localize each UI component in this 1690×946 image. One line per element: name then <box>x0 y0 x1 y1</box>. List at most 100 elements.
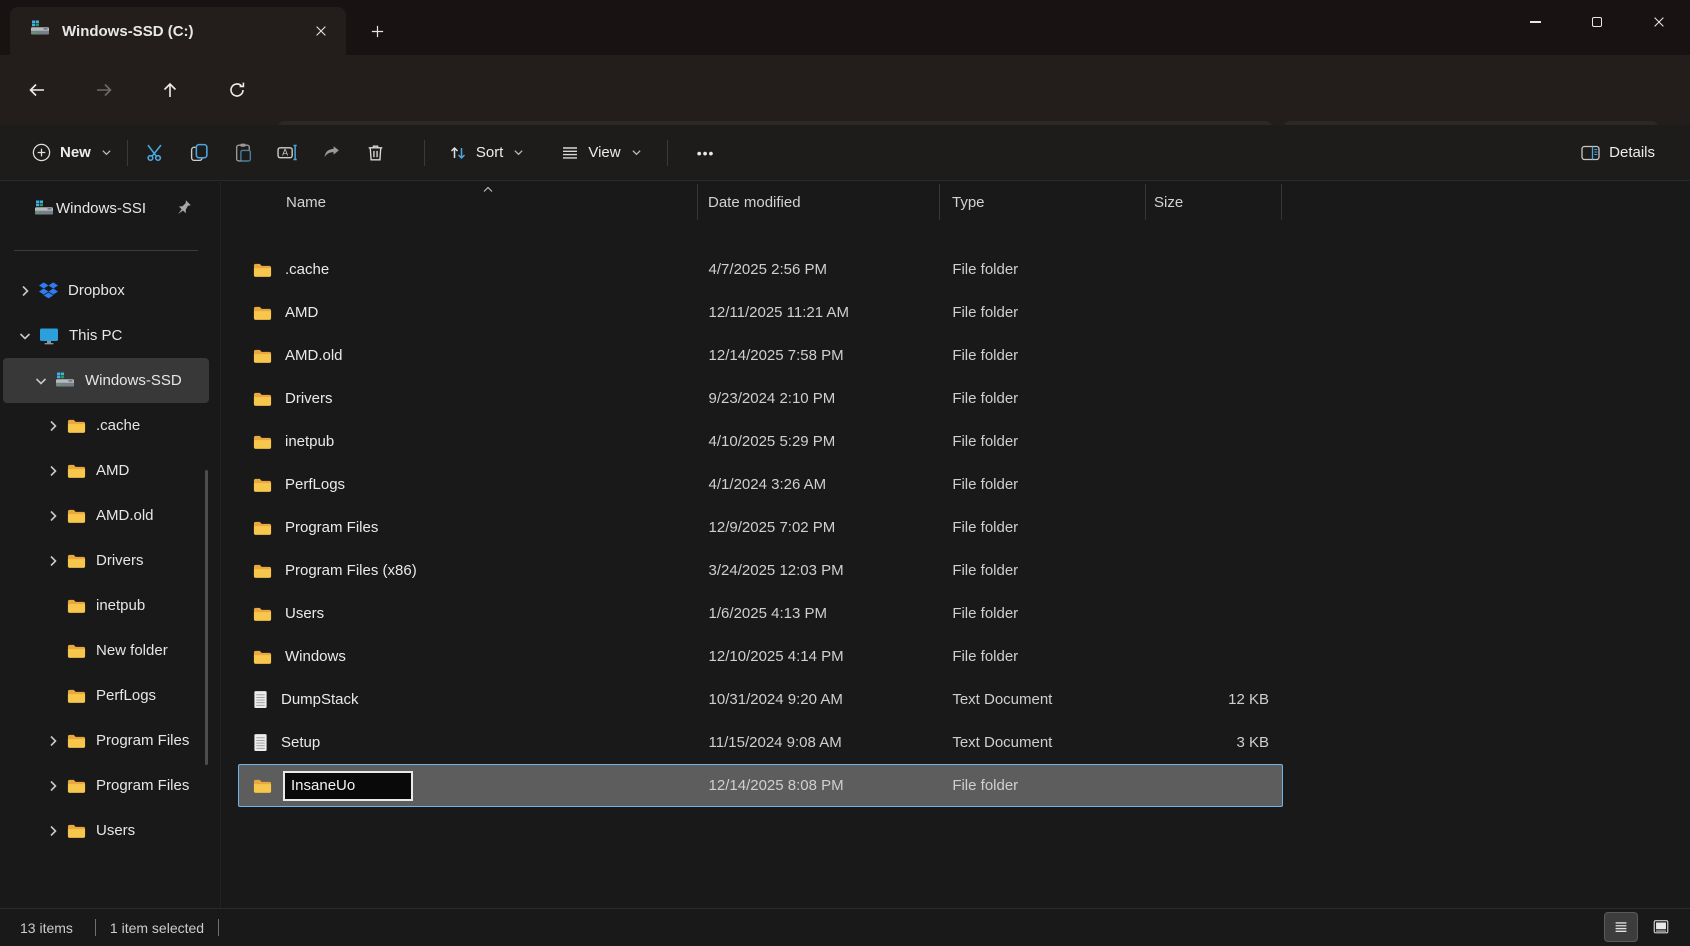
tab-close-icon[interactable] <box>306 16 336 46</box>
dropbox-icon <box>39 282 58 299</box>
file-date-modified: 12/10/2025 4:14 PM <box>699 636 941 677</box>
file-row-users[interactable]: Users1/6/2025 4:13 PMFile folder <box>238 592 1283 635</box>
file-date-modified: 4/10/2025 5:29 PM <box>699 421 941 462</box>
rename-button[interactable]: A <box>266 134 310 172</box>
file-row-program-files[interactable]: Program Files12/9/2025 7:02 PMFile folde… <box>238 506 1283 549</box>
file-name: Users <box>285 605 324 622</box>
sort-button[interactable]: Sort <box>439 134 534 172</box>
chevron-right-icon[interactable] <box>45 420 61 432</box>
folder-icon <box>67 418 86 434</box>
file-date-modified: 12/11/2025 11:21 AM <box>699 292 941 333</box>
column-header-type[interactable]: Type <box>940 184 1146 220</box>
folder-icon <box>253 305 272 321</box>
file-date-modified: 3/24/2025 12:03 PM <box>699 550 941 591</box>
file-row-setup[interactable]: Setup11/15/2024 9:08 AMText Document3 KB <box>238 721 1283 764</box>
chevron-right-icon[interactable] <box>45 735 61 747</box>
svg-text:A: A <box>282 148 288 158</box>
close-button[interactable] <box>1628 0 1690 44</box>
sidebar-item-inetpub[interactable]: inetpub <box>3 583 209 628</box>
back-button[interactable] <box>20 74 54 106</box>
chevron-right-icon[interactable] <box>45 465 61 477</box>
share-button[interactable] <box>310 134 354 172</box>
sidebar-item-users[interactable]: Users <box>3 808 209 853</box>
sidebar-item--cache[interactable]: .cache <box>3 403 209 448</box>
column-header-name[interactable]: Name <box>238 184 698 220</box>
navigation-sidebar: Windows-SSI Dropbox This PC Windows-SSD.ca… <box>0 182 220 908</box>
chevron-right-icon[interactable] <box>45 780 61 792</box>
details-view-toggle[interactable] <box>1604 912 1638 942</box>
folder-icon <box>253 262 272 278</box>
details-pane-button[interactable]: Details <box>1571 134 1664 172</box>
pinned-drive-label: Windows-SSI <box>56 200 146 217</box>
sidebar-item-amd-old[interactable]: AMD.old <box>3 493 209 538</box>
sidebar-item-perflogs[interactable]: PerfLogs <box>3 673 209 718</box>
file-type: File folder <box>940 765 1146 806</box>
chevron-down-icon <box>513 147 524 158</box>
rename-input[interactable] <box>283 771 413 801</box>
chevron-right-icon[interactable] <box>45 555 61 567</box>
file-row-amd[interactable]: AMD12/11/2025 11:21 AMFile folder <box>238 291 1283 334</box>
forward-button[interactable] <box>87 74 121 106</box>
chevron-right-icon[interactable] <box>45 510 61 522</box>
sidebar-item-drivers[interactable]: Drivers <box>3 538 209 583</box>
file-size <box>1146 335 1282 376</box>
cut-button[interactable] <box>134 134 178 172</box>
sidebar-item-label: This PC <box>69 327 122 344</box>
sidebar-pinned-drive[interactable]: Windows-SSI <box>4 190 204 226</box>
up-button[interactable] <box>153 74 187 106</box>
paste-button[interactable] <box>222 134 266 172</box>
sidebar-item-label: Program Files <box>96 777 189 794</box>
column-header-size[interactable]: Size <box>1146 184 1282 220</box>
file-date-modified: 12/14/2025 7:58 PM <box>699 335 941 376</box>
sidebar-item-program-files[interactable]: Program Files <box>3 763 209 808</box>
file-name: Windows <box>285 648 346 665</box>
copy-button[interactable] <box>178 134 222 172</box>
refresh-button[interactable] <box>220 74 254 106</box>
explorer-tab[interactable]: Windows-SSD (C:) <box>10 7 346 55</box>
chevron-down-icon[interactable] <box>33 375 49 387</box>
new-button[interactable]: New <box>22 134 121 172</box>
file-row-windows[interactable]: Windows12/10/2025 4:14 PMFile folder <box>238 635 1283 678</box>
new-tab-button[interactable] <box>362 16 392 46</box>
thumbnail-view-toggle[interactable] <box>1644 912 1678 942</box>
sidebar-scrollbar[interactable] <box>205 470 208 765</box>
file-row-program-files-x86-[interactable]: Program Files (x86)3/24/2025 12:03 PMFil… <box>238 549 1283 592</box>
file-row-insaneuo[interactable]: 12/14/2025 8:08 PMFile folder <box>238 764 1283 807</box>
chevron-right-icon[interactable] <box>17 285 33 297</box>
sidebar-item-this-pc[interactable]: This PC <box>3 313 209 358</box>
view-button[interactable]: View <box>551 134 650 172</box>
chevron-right-icon[interactable] <box>45 825 61 837</box>
chevron-down-icon[interactable] <box>17 330 33 342</box>
sidebar-item-windows-ssd[interactable]: Windows-SSD <box>3 358 209 403</box>
document-icon <box>253 733 268 752</box>
file-row--cache[interactable]: .cache4/7/2025 2:56 PMFile folder <box>238 248 1283 291</box>
file-row-drivers[interactable]: Drivers9/23/2024 2:10 PMFile folder <box>238 377 1283 420</box>
share-icon <box>321 142 342 163</box>
file-date-modified: 1/6/2025 4:13 PM <box>699 593 941 634</box>
sidebar-item-label: Program Files <box>96 732 189 749</box>
sidebar-item-new-folder[interactable]: New folder <box>3 628 209 673</box>
file-type: File folder <box>940 335 1146 376</box>
file-rows: .cache4/7/2025 2:56 PMFile folderAMD12/1… <box>238 248 1283 807</box>
close-icon <box>1652 15 1666 29</box>
navigation-bar: This PC Windows-SSD (C:) <box>0 55 1690 125</box>
minimize-button[interactable] <box>1504 0 1566 44</box>
file-row-perflogs[interactable]: PerfLogs4/1/2024 3:26 AMFile folder <box>238 463 1283 506</box>
forward-icon <box>94 80 114 100</box>
folder-icon <box>67 688 86 704</box>
sidebar-item-dropbox[interactable]: Dropbox <box>3 268 209 313</box>
file-row-dumpstack[interactable]: DumpStack10/31/2024 9:20 AMText Document… <box>238 678 1283 721</box>
column-header-date-modified[interactable]: Date modified <box>698 184 940 220</box>
file-size <box>1146 421 1282 462</box>
file-size <box>1146 292 1282 333</box>
delete-button[interactable] <box>354 134 398 172</box>
maximize-button[interactable] <box>1566 0 1628 44</box>
folder-icon <box>67 553 86 569</box>
file-row-amd-old[interactable]: AMD.old12/14/2025 7:58 PMFile folder <box>238 334 1283 377</box>
more-options-button[interactable]: ••• <box>684 134 728 172</box>
sidebar-item-amd[interactable]: AMD <box>3 448 209 493</box>
sidebar-item-program-files[interactable]: Program Files <box>3 718 209 763</box>
file-list-pane: Name Date modified Type Size .cache4/7/2… <box>221 182 1690 908</box>
file-row-inetpub[interactable]: inetpub4/10/2025 5:29 PMFile folder <box>238 420 1283 463</box>
folder-icon <box>253 778 272 794</box>
